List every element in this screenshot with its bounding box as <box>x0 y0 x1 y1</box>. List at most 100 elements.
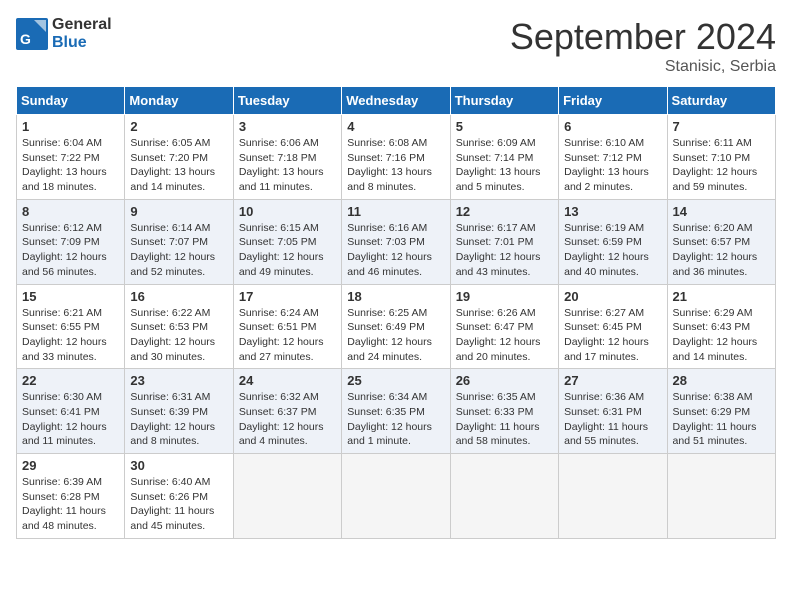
sunrise-label: Sunrise: 6:26 AM <box>456 307 536 319</box>
day-info: Sunrise: 6:34 AM Sunset: 6:35 PM Dayligh… <box>347 390 444 449</box>
day-number: 6 <box>564 119 661 134</box>
daylight-label: Daylight: 12 hours and 20 minutes. <box>456 336 541 363</box>
day-number: 17 <box>239 289 336 304</box>
day-info: Sunrise: 6:08 AM Sunset: 7:16 PM Dayligh… <box>347 136 444 195</box>
calendar-cell <box>667 454 775 539</box>
sunrise-label: Sunrise: 6:31 AM <box>130 391 210 403</box>
day-info: Sunrise: 6:14 AM Sunset: 7:07 PM Dayligh… <box>130 221 227 280</box>
sunset-label: Sunset: 6:33 PM <box>456 406 534 418</box>
sunset-label: Sunset: 6:45 PM <box>564 321 642 333</box>
daylight-label: Daylight: 13 hours and 5 minutes. <box>456 166 541 193</box>
day-number: 5 <box>456 119 553 134</box>
daylight-label: Daylight: 13 hours and 8 minutes. <box>347 166 432 193</box>
day-info: Sunrise: 6:40 AM Sunset: 6:26 PM Dayligh… <box>130 475 227 534</box>
day-info: Sunrise: 6:21 AM Sunset: 6:55 PM Dayligh… <box>22 306 119 365</box>
logo-general: General <box>52 16 112 33</box>
calendar-row: 29 Sunrise: 6:39 AM Sunset: 6:28 PM Dayl… <box>17 454 776 539</box>
daylight-label: Daylight: 12 hours and 43 minutes. <box>456 251 541 278</box>
calendar-row: 22 Sunrise: 6:30 AM Sunset: 6:41 PM Dayl… <box>17 369 776 454</box>
sunrise-label: Sunrise: 6:15 AM <box>239 222 319 234</box>
col-wednesday: Wednesday <box>342 87 450 115</box>
daylight-label: Daylight: 13 hours and 14 minutes. <box>130 166 215 193</box>
day-number: 22 <box>22 373 119 388</box>
sunset-label: Sunset: 7:12 PM <box>564 152 642 164</box>
daylight-label: Daylight: 11 hours and 55 minutes. <box>564 421 648 448</box>
day-info: Sunrise: 6:27 AM Sunset: 6:45 PM Dayligh… <box>564 306 661 365</box>
calendar-cell: 17 Sunrise: 6:24 AM Sunset: 6:51 PM Dayl… <box>233 284 341 369</box>
logo: G General Blue <box>16 16 112 51</box>
calendar-cell: 26 Sunrise: 6:35 AM Sunset: 6:33 PM Dayl… <box>450 369 558 454</box>
calendar-cell: 12 Sunrise: 6:17 AM Sunset: 7:01 PM Dayl… <box>450 199 558 284</box>
daylight-label: Daylight: 12 hours and 1 minute. <box>347 421 432 448</box>
day-info: Sunrise: 6:19 AM Sunset: 6:59 PM Dayligh… <box>564 221 661 280</box>
logo-icon: G <box>16 18 48 50</box>
sunset-label: Sunset: 6:41 PM <box>22 406 100 418</box>
sunset-label: Sunset: 6:43 PM <box>673 321 751 333</box>
sunrise-label: Sunrise: 6:35 AM <box>456 391 536 403</box>
sunrise-label: Sunrise: 6:36 AM <box>564 391 644 403</box>
day-info: Sunrise: 6:24 AM Sunset: 6:51 PM Dayligh… <box>239 306 336 365</box>
calendar-cell <box>559 454 667 539</box>
daylight-label: Daylight: 12 hours and 49 minutes. <box>239 251 324 278</box>
sunset-label: Sunset: 7:07 PM <box>130 236 208 248</box>
title-area: September 2024 Stanisic, Serbia <box>510 16 776 76</box>
calendar-cell: 28 Sunrise: 6:38 AM Sunset: 6:29 PM Dayl… <box>667 369 775 454</box>
sunrise-label: Sunrise: 6:09 AM <box>456 137 536 149</box>
calendar-cell: 13 Sunrise: 6:19 AM Sunset: 6:59 PM Dayl… <box>559 199 667 284</box>
day-info: Sunrise: 6:36 AM Sunset: 6:31 PM Dayligh… <box>564 390 661 449</box>
sunset-label: Sunset: 6:57 PM <box>673 236 751 248</box>
calendar-cell: 27 Sunrise: 6:36 AM Sunset: 6:31 PM Dayl… <box>559 369 667 454</box>
daylight-label: Daylight: 12 hours and 40 minutes. <box>564 251 649 278</box>
day-number: 9 <box>130 204 227 219</box>
day-number: 1 <box>22 119 119 134</box>
calendar-cell: 20 Sunrise: 6:27 AM Sunset: 6:45 PM Dayl… <box>559 284 667 369</box>
daylight-label: Daylight: 13 hours and 18 minutes. <box>22 166 107 193</box>
sunset-label: Sunset: 6:49 PM <box>347 321 425 333</box>
day-number: 30 <box>130 458 227 473</box>
sunset-label: Sunset: 6:55 PM <box>22 321 100 333</box>
day-info: Sunrise: 6:25 AM Sunset: 6:49 PM Dayligh… <box>347 306 444 365</box>
day-number: 28 <box>673 373 770 388</box>
sunset-label: Sunset: 6:51 PM <box>239 321 317 333</box>
calendar-cell: 22 Sunrise: 6:30 AM Sunset: 6:41 PM Dayl… <box>17 369 125 454</box>
col-thursday: Thursday <box>450 87 558 115</box>
sunrise-label: Sunrise: 6:30 AM <box>22 391 102 403</box>
sunrise-label: Sunrise: 6:22 AM <box>130 307 210 319</box>
sunrise-label: Sunrise: 6:40 AM <box>130 476 210 488</box>
daylight-label: Daylight: 12 hours and 36 minutes. <box>673 251 758 278</box>
daylight-label: Daylight: 12 hours and 14 minutes. <box>673 336 758 363</box>
sunrise-label: Sunrise: 6:19 AM <box>564 222 644 234</box>
day-info: Sunrise: 6:16 AM Sunset: 7:03 PM Dayligh… <box>347 221 444 280</box>
daylight-label: Daylight: 11 hours and 51 minutes. <box>673 421 757 448</box>
daylight-label: Daylight: 13 hours and 11 minutes. <box>239 166 324 193</box>
sunrise-label: Sunrise: 6:21 AM <box>22 307 102 319</box>
sunrise-label: Sunrise: 6:14 AM <box>130 222 210 234</box>
day-info: Sunrise: 6:39 AM Sunset: 6:28 PM Dayligh… <box>22 475 119 534</box>
daylight-label: Daylight: 12 hours and 4 minutes. <box>239 421 324 448</box>
day-number: 18 <box>347 289 444 304</box>
sunset-label: Sunset: 6:59 PM <box>564 236 642 248</box>
sunrise-label: Sunrise: 6:06 AM <box>239 137 319 149</box>
calendar-cell: 10 Sunrise: 6:15 AM Sunset: 7:05 PM Dayl… <box>233 199 341 284</box>
day-info: Sunrise: 6:29 AM Sunset: 6:43 PM Dayligh… <box>673 306 770 365</box>
logo-text: General Blue <box>52 16 112 51</box>
sunset-label: Sunset: 7:09 PM <box>22 236 100 248</box>
day-number: 11 <box>347 204 444 219</box>
sunrise-label: Sunrise: 6:29 AM <box>673 307 753 319</box>
day-info: Sunrise: 6:26 AM Sunset: 6:47 PM Dayligh… <box>456 306 553 365</box>
day-info: Sunrise: 6:30 AM Sunset: 6:41 PM Dayligh… <box>22 390 119 449</box>
col-sunday: Sunday <box>17 87 125 115</box>
daylight-label: Daylight: 13 hours and 2 minutes. <box>564 166 649 193</box>
calendar-table: Sunday Monday Tuesday Wednesday Thursday… <box>16 86 776 539</box>
calendar-cell: 3 Sunrise: 6:06 AM Sunset: 7:18 PM Dayli… <box>233 115 341 200</box>
day-number: 7 <box>673 119 770 134</box>
sunrise-label: Sunrise: 6:38 AM <box>673 391 753 403</box>
sunset-label: Sunset: 6:31 PM <box>564 406 642 418</box>
calendar-cell: 6 Sunrise: 6:10 AM Sunset: 7:12 PM Dayli… <box>559 115 667 200</box>
day-info: Sunrise: 6:15 AM Sunset: 7:05 PM Dayligh… <box>239 221 336 280</box>
day-info: Sunrise: 6:11 AM Sunset: 7:10 PM Dayligh… <box>673 136 770 195</box>
calendar-cell: 23 Sunrise: 6:31 AM Sunset: 6:39 PM Dayl… <box>125 369 233 454</box>
day-info: Sunrise: 6:32 AM Sunset: 6:37 PM Dayligh… <box>239 390 336 449</box>
sunset-label: Sunset: 7:10 PM <box>673 152 751 164</box>
daylight-label: Daylight: 12 hours and 17 minutes. <box>564 336 649 363</box>
